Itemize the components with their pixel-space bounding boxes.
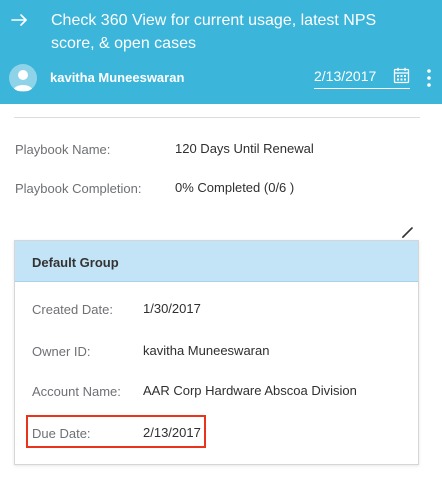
account-name-label: Account Name: [32,384,121,399]
task-title[interactable]: Check 360 View for current usage, latest… [51,9,423,55]
edit-pencil-icon[interactable] [401,225,415,239]
due-date-highlight [26,415,206,448]
account-name-value[interactable]: AAR Corp Hardware Abscoa Division [143,383,357,398]
created-date-value: 1/30/2017 [143,301,201,316]
user-avatar-icon [13,70,33,91]
avatar[interactable] [9,64,37,92]
owner-id-value: kavitha Muneeswaran [143,343,270,358]
playbook-name-label: Playbook Name: [15,142,111,157]
group-title: Default Group [32,255,119,270]
owner-id-label: Owner ID: [32,344,91,359]
due-date-picker[interactable]: 2/13/2017 [314,63,410,89]
created-date-label: Created Date: [32,302,113,317]
playbook-completion-label: Playbook Completion: [15,181,142,196]
arrow-right-icon[interactable] [9,9,31,31]
group-header: Default Group [15,241,418,282]
divider [14,117,420,118]
playbook-name-value: 120 Days Until Renewal [175,141,314,156]
playbook-completion-value: 0% Completed (0/6 ) [175,180,295,195]
calendar-icon[interactable] [393,67,410,84]
due-date-value[interactable]: 2/13/2017 [314,68,376,84]
owner-name[interactable]: kavitha Muneeswaran [50,70,184,85]
more-vertical-icon[interactable] [422,66,436,90]
task-header: Check 360 View for current usage, latest… [0,0,442,104]
